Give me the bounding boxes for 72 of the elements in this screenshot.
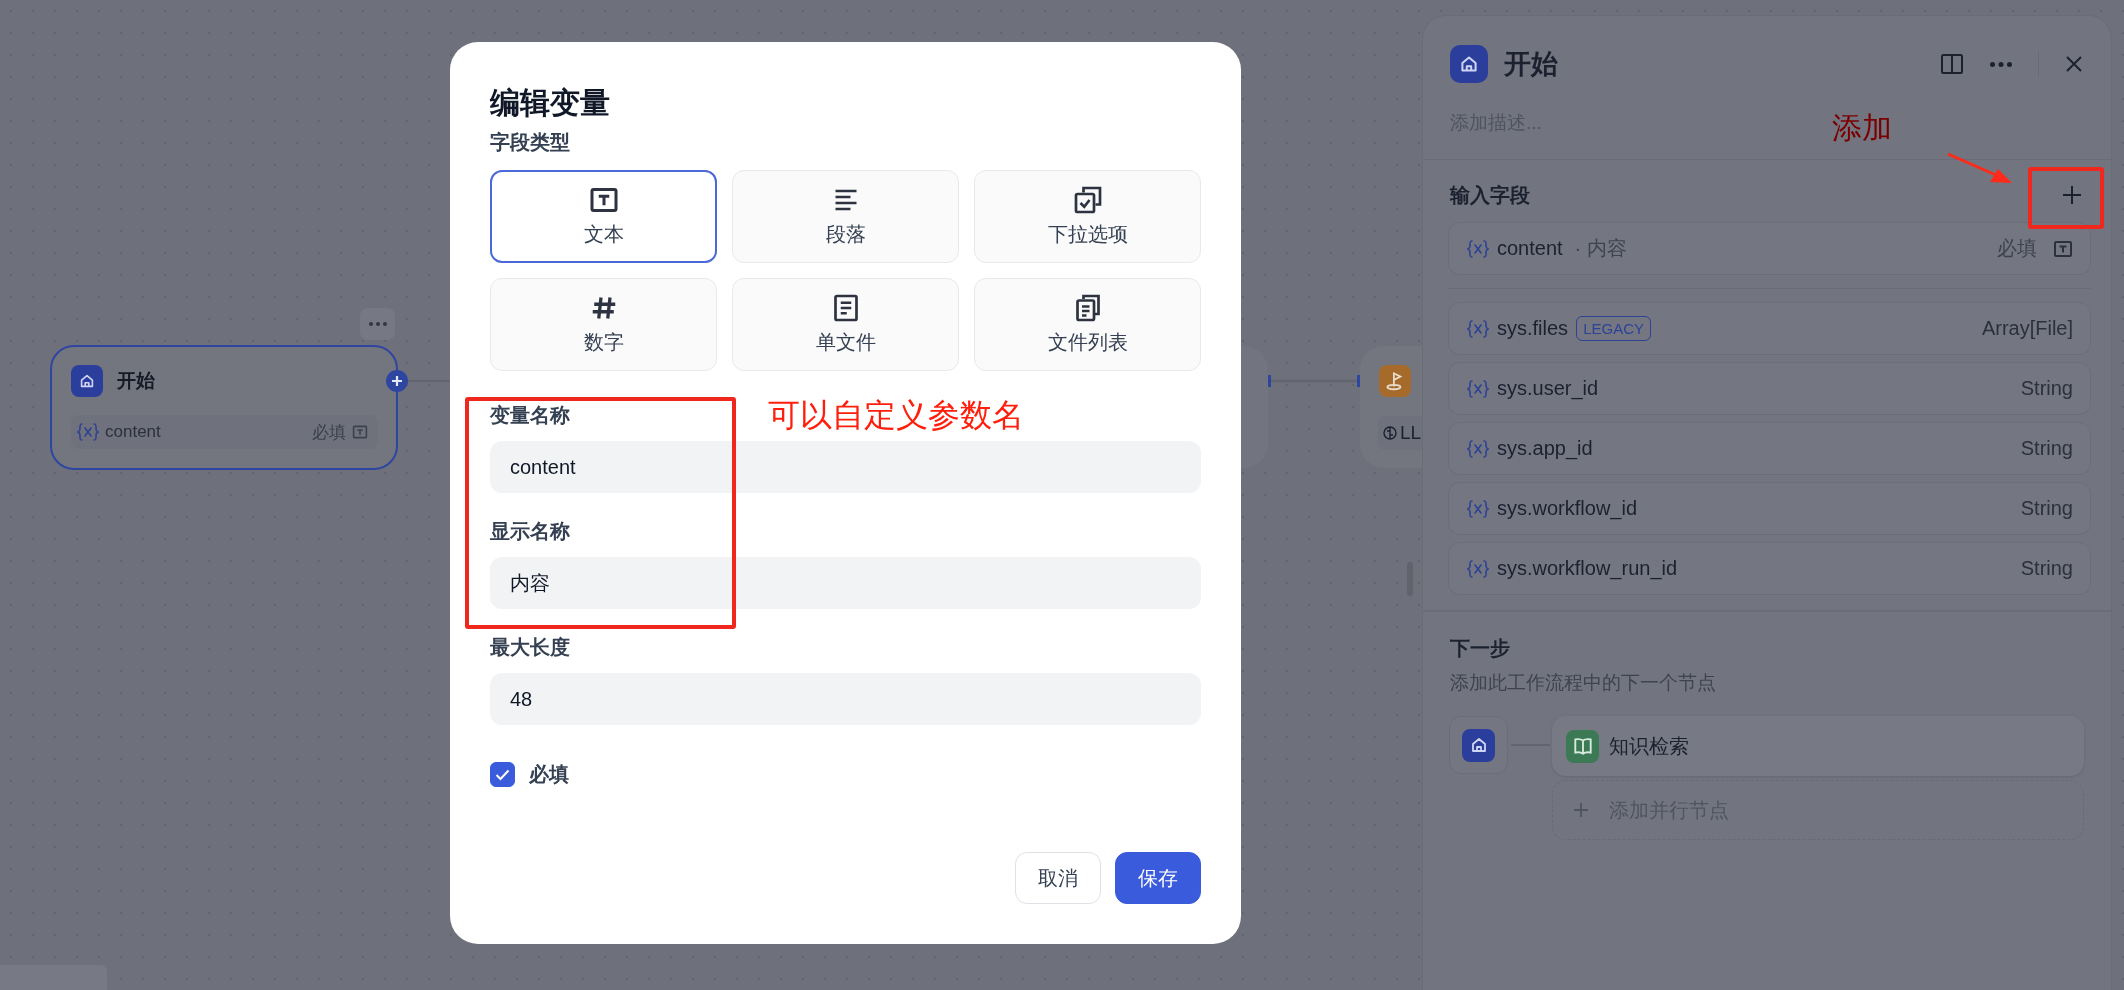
field-type-option[interactable]: 段落 <box>732 170 959 263</box>
home-icon <box>1462 728 1495 762</box>
field-label: 字段类型 <box>490 130 571 155</box>
variable-icon <box>77 422 99 442</box>
field-name: content <box>1497 237 1563 260</box>
close-icon[interactable] <box>2065 55 2083 73</box>
section-heading: 下一步 <box>1450 636 1511 661</box>
legacy-badge: LEGACY <box>1576 316 1651 341</box>
more-icon[interactable] <box>1990 61 2012 67</box>
section-heading: 输入字段 <box>1450 182 1530 208</box>
node-title: 开始 <box>117 369 155 393</box>
field-type: Array[File] <box>1981 317 2073 340</box>
text-box-icon <box>588 185 619 215</box>
field-type: String <box>2020 497 2073 520</box>
flag-icon <box>1379 365 1411 397</box>
field-type-option[interactable]: 数字 <box>490 278 717 371</box>
field-name: sys.app_id <box>1497 437 1593 460</box>
variable-icon <box>1467 378 1489 399</box>
cancel-button[interactable]: 取消 <box>1015 852 1101 904</box>
plus-icon <box>1573 802 1589 818</box>
model-name: LL <box>1400 422 1422 444</box>
annotation-text: 可以自定义参数名 <box>768 396 1024 435</box>
book-icon <box>1566 729 1599 763</box>
option-label: 文件列表 <box>1047 330 1128 355</box>
next-node-card[interactable]: 知识检索 <box>1552 716 2084 776</box>
field-name: sys.workflow_run_id <box>1497 557 1678 580</box>
more-button[interactable] <box>360 308 395 340</box>
variable-name: content <box>105 422 162 442</box>
variable-icon <box>1467 498 1489 519</box>
annotation-arrow <box>1946 152 2014 186</box>
option-label: 数字 <box>583 330 624 355</box>
option-label: 文本 <box>583 222 624 247</box>
checkbox-stack-icon <box>1072 185 1103 215</box>
field-type-option[interactable]: 单文件 <box>732 278 959 371</box>
more-icon <box>368 322 387 326</box>
option-label: 单文件 <box>815 330 876 355</box>
field-name: sys.files <box>1497 317 1569 340</box>
add-node-handle[interactable] <box>386 370 408 392</box>
variable-icon <box>1467 438 1489 459</box>
variable-icon <box>1467 558 1489 579</box>
text-box-icon <box>352 424 368 440</box>
home-icon <box>1450 45 1488 83</box>
input-field[interactable]: 内容 <box>490 557 1201 609</box>
field-type: String <box>2020 437 2073 460</box>
field-type: String <box>2020 557 2073 580</box>
input-field[interactable]: content <box>490 441 1201 493</box>
field-label: 显示名称 <box>490 519 570 544</box>
plus-icon <box>2062 185 2082 205</box>
field-type: String <box>2020 377 2073 400</box>
option-label: 段落 <box>825 222 866 247</box>
text-box-icon <box>2053 238 2073 259</box>
field-name: sys.user_id <box>1497 377 1599 400</box>
input-field[interactable]: 48 <box>490 673 1201 725</box>
dialog-title: 编辑变量 <box>490 85 611 121</box>
field-name: sys.workflow_id <box>1497 497 1638 520</box>
required-checkbox[interactable] <box>490 762 515 787</box>
field-type-option[interactable]: 下拉选项 <box>974 170 1201 263</box>
home-icon <box>71 365 103 397</box>
save-button[interactable]: 保存 <box>1115 852 1201 904</box>
check-icon <box>495 768 510 781</box>
variable-icon <box>1467 318 1489 339</box>
field-type-option[interactable]: 文件列表 <box>974 278 1201 371</box>
book-icon[interactable] <box>1940 53 1964 75</box>
node-title: 知识检索 <box>1609 733 1689 759</box>
checkbox-label: 必填 <box>529 762 569 787</box>
option-label: 下拉选项 <box>1047 222 1128 247</box>
field-label: 最大长度 <box>490 635 570 660</box>
variable-icon <box>1467 238 1489 259</box>
field-type-option[interactable]: 文本 <box>490 170 717 263</box>
panel-title: 开始 <box>1504 48 1559 81</box>
field-label: 变量名称 <box>490 403 570 428</box>
annotation-text: 添加 <box>1832 110 1892 146</box>
